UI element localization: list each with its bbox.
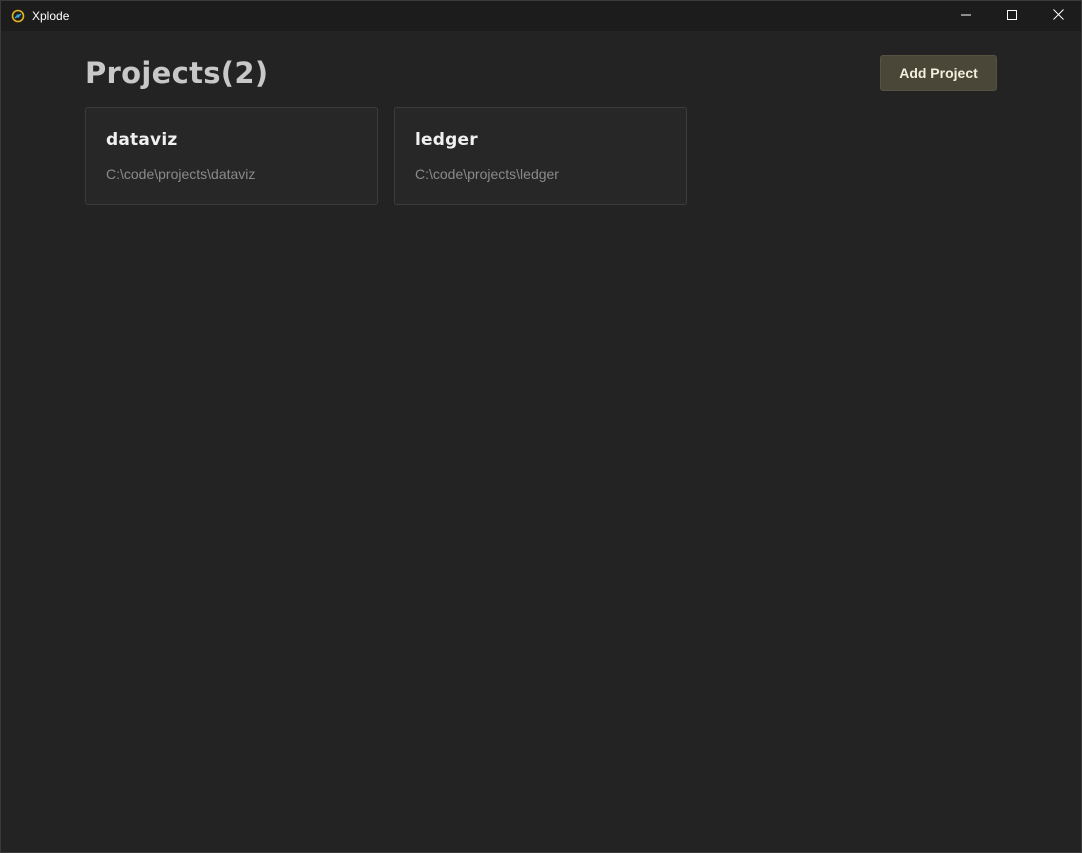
app-logo-icon bbox=[11, 9, 25, 23]
maximize-icon bbox=[1007, 7, 1017, 25]
page-title: Projects(2) bbox=[85, 56, 269, 90]
project-name: dataviz bbox=[106, 130, 178, 150]
title-bar[interactable]: Xplode bbox=[1, 1, 1081, 31]
maximize-button[interactable] bbox=[989, 1, 1035, 31]
project-card-dataviz[interactable]: dataviz C:\code\projects\dataviz bbox=[85, 107, 378, 205]
close-icon bbox=[1052, 7, 1064, 25]
add-project-button[interactable]: Add Project bbox=[880, 55, 997, 91]
minimize-button[interactable] bbox=[943, 1, 989, 31]
project-path: C:\code\projects\ledger bbox=[415, 166, 559, 182]
project-card-ledger[interactable]: ledger C:\code\projects\ledger bbox=[394, 107, 687, 205]
app-window: Xplode Projects(2) Add Project dataviz C… bbox=[0, 0, 1082, 853]
project-path: C:\code\projects\dataviz bbox=[106, 166, 256, 182]
main-content: Projects(2) Add Project dataviz C:\code\… bbox=[1, 31, 1081, 852]
project-name: ledger bbox=[415, 130, 478, 150]
window-controls bbox=[943, 1, 1081, 31]
minimize-icon bbox=[961, 7, 971, 25]
window-title: Xplode bbox=[32, 9, 70, 23]
close-button[interactable] bbox=[1035, 1, 1081, 31]
